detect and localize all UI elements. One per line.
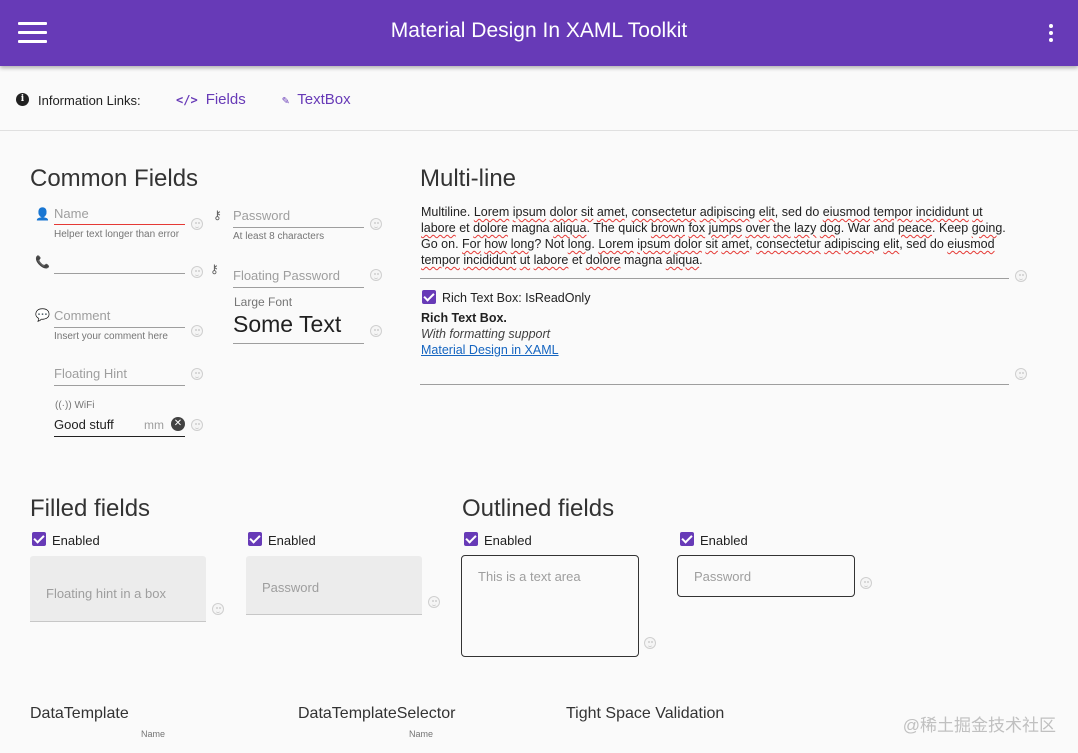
key-icon: ⚷	[210, 262, 219, 276]
name-helper-text: Helper text longer than error	[54, 229, 180, 240]
validation-icon	[860, 577, 872, 589]
comment-icon: 💬	[35, 308, 50, 322]
data-template-title: DataTemplate	[30, 705, 129, 722]
password-helper-text: At least 8 characters	[233, 231, 325, 242]
validation-icon	[191, 325, 203, 337]
rich-text-underline	[420, 384, 1009, 385]
comment-field[interactable]: Comment	[54, 307, 185, 328]
rich-text-readonly-checkbox[interactable]	[422, 290, 436, 304]
filled-password-enabled-label: Enabled	[268, 533, 316, 548]
large-font-label: Large Font	[234, 295, 293, 309]
validation-icon	[370, 218, 382, 230]
filled-password-enabled-checkbox[interactable]	[248, 532, 262, 546]
filled-hint-box[interactable]: Floating hint in a box	[30, 556, 206, 622]
multiline-textbox[interactable]: Multiline. Lorem ipsum dolor sit amet, c…	[421, 204, 1011, 268]
validation-icon	[212, 603, 224, 615]
multiline-underline	[420, 278, 1009, 279]
fields-link-label: Fields	[205, 91, 246, 108]
filled-password-box[interactable]: Password	[246, 556, 422, 615]
filled-hint-text: Floating hint in a box	[46, 586, 166, 601]
information-links-label: Information Links:	[38, 93, 141, 108]
outlined-password-box[interactable]: Password	[677, 555, 855, 597]
app-title: Material Design In XAML Toolkit	[390, 19, 688, 42]
name-hint: Name	[54, 206, 89, 221]
brush-icon: ✎	[282, 93, 290, 107]
rich-text-readonly-label: Rich Text Box: IsReadOnly	[442, 291, 591, 305]
wifi-suffix: mm	[144, 418, 164, 432]
validation-icon	[191, 218, 203, 230]
wifi-value: Good stuff	[54, 417, 114, 432]
wifi-label-text: WiFi	[74, 400, 95, 411]
outlined-text-area-hint: This is a text area	[478, 569, 581, 584]
validation-icon	[644, 637, 656, 649]
large-font-value: Some Text	[233, 311, 342, 337]
floating-password-field[interactable]: Floating Password	[233, 267, 364, 288]
phone-field[interactable]	[54, 254, 185, 274]
validation-icon	[1015, 270, 1027, 282]
data-template-selector-name-label: Name	[409, 729, 434, 739]
outlined-password-enabled-checkbox[interactable]	[680, 532, 694, 546]
wifi-icon: ((·))	[55, 400, 72, 411]
rich-text-bold: Rich Text Box.	[421, 311, 507, 325]
validation-icon	[428, 596, 440, 608]
filled-password-hint: Password	[262, 580, 320, 595]
large-font-field[interactable]: Some Text	[233, 311, 364, 344]
rich-text-link[interactable]: Material Design in XAML	[421, 343, 559, 357]
textbox-link-label: TextBox	[297, 91, 351, 108]
key-icon: ⚷	[213, 208, 222, 222]
textbox-link[interactable]: ✎ TextBox	[282, 91, 351, 108]
floating-hint-text: Floating Hint	[54, 366, 127, 381]
clear-icon[interactable]: ✕	[171, 417, 185, 431]
info-icon: i	[16, 93, 29, 106]
code-icon: </>	[176, 93, 198, 107]
outlined-enabled-checkbox[interactable]	[464, 532, 478, 546]
account-icon: 👤	[35, 207, 50, 221]
filled-enabled-label: Enabled	[52, 533, 100, 548]
outlined-password-enabled-label: Enabled	[700, 533, 748, 548]
name-field[interactable]: Name	[54, 205, 185, 225]
multi-line-title: Multi-line	[420, 165, 517, 192]
password-hint: Password	[233, 208, 291, 223]
outlined-enabled-label: Enabled	[484, 533, 532, 548]
validation-icon	[191, 266, 203, 278]
information-links-bar: i Information Links: </> Fields ✎ TextBox	[0, 66, 1078, 131]
tight-space-validation-title: Tight Space Validation	[566, 705, 725, 722]
comment-hint: Comment	[54, 308, 111, 323]
app-bar: Material Design In XAML Toolkit	[0, 0, 1078, 66]
data-template-name-label: Name	[141, 729, 166, 739]
common-fields-title: Common Fields	[30, 165, 199, 192]
comment-helper-text: Insert your comment here	[54, 331, 168, 342]
floating-hint-field[interactable]: Floating Hint	[54, 365, 185, 386]
data-template-selector-title: DataTemplateSelector	[298, 705, 456, 722]
validation-icon	[370, 325, 382, 337]
filled-fields-title: Filled fields	[30, 495, 151, 522]
floating-password-hint: Floating Password	[233, 268, 340, 283]
password-field[interactable]: Password	[233, 207, 364, 228]
filled-enabled-checkbox[interactable]	[32, 532, 46, 546]
wifi-label: ((·)) WiFi	[55, 400, 94, 411]
fields-link[interactable]: </> Fields	[176, 91, 246, 108]
watermark: @稀土掘金技术社区	[902, 716, 1056, 735]
outlined-password-hint: Password	[694, 569, 752, 584]
more-vert-icon[interactable]	[1048, 24, 1054, 42]
rich-text-italic: With formatting support	[421, 327, 551, 341]
phone-icon: 📞	[35, 255, 50, 269]
validation-icon	[1015, 368, 1027, 380]
outlined-text-area[interactable]: This is a text area	[461, 555, 639, 657]
validation-icon	[191, 368, 203, 380]
outlined-fields-title: Outlined fields	[462, 495, 615, 522]
validation-icon	[191, 419, 203, 431]
wifi-field[interactable]: Good stuff mm	[54, 416, 185, 437]
validation-icon	[370, 269, 382, 281]
